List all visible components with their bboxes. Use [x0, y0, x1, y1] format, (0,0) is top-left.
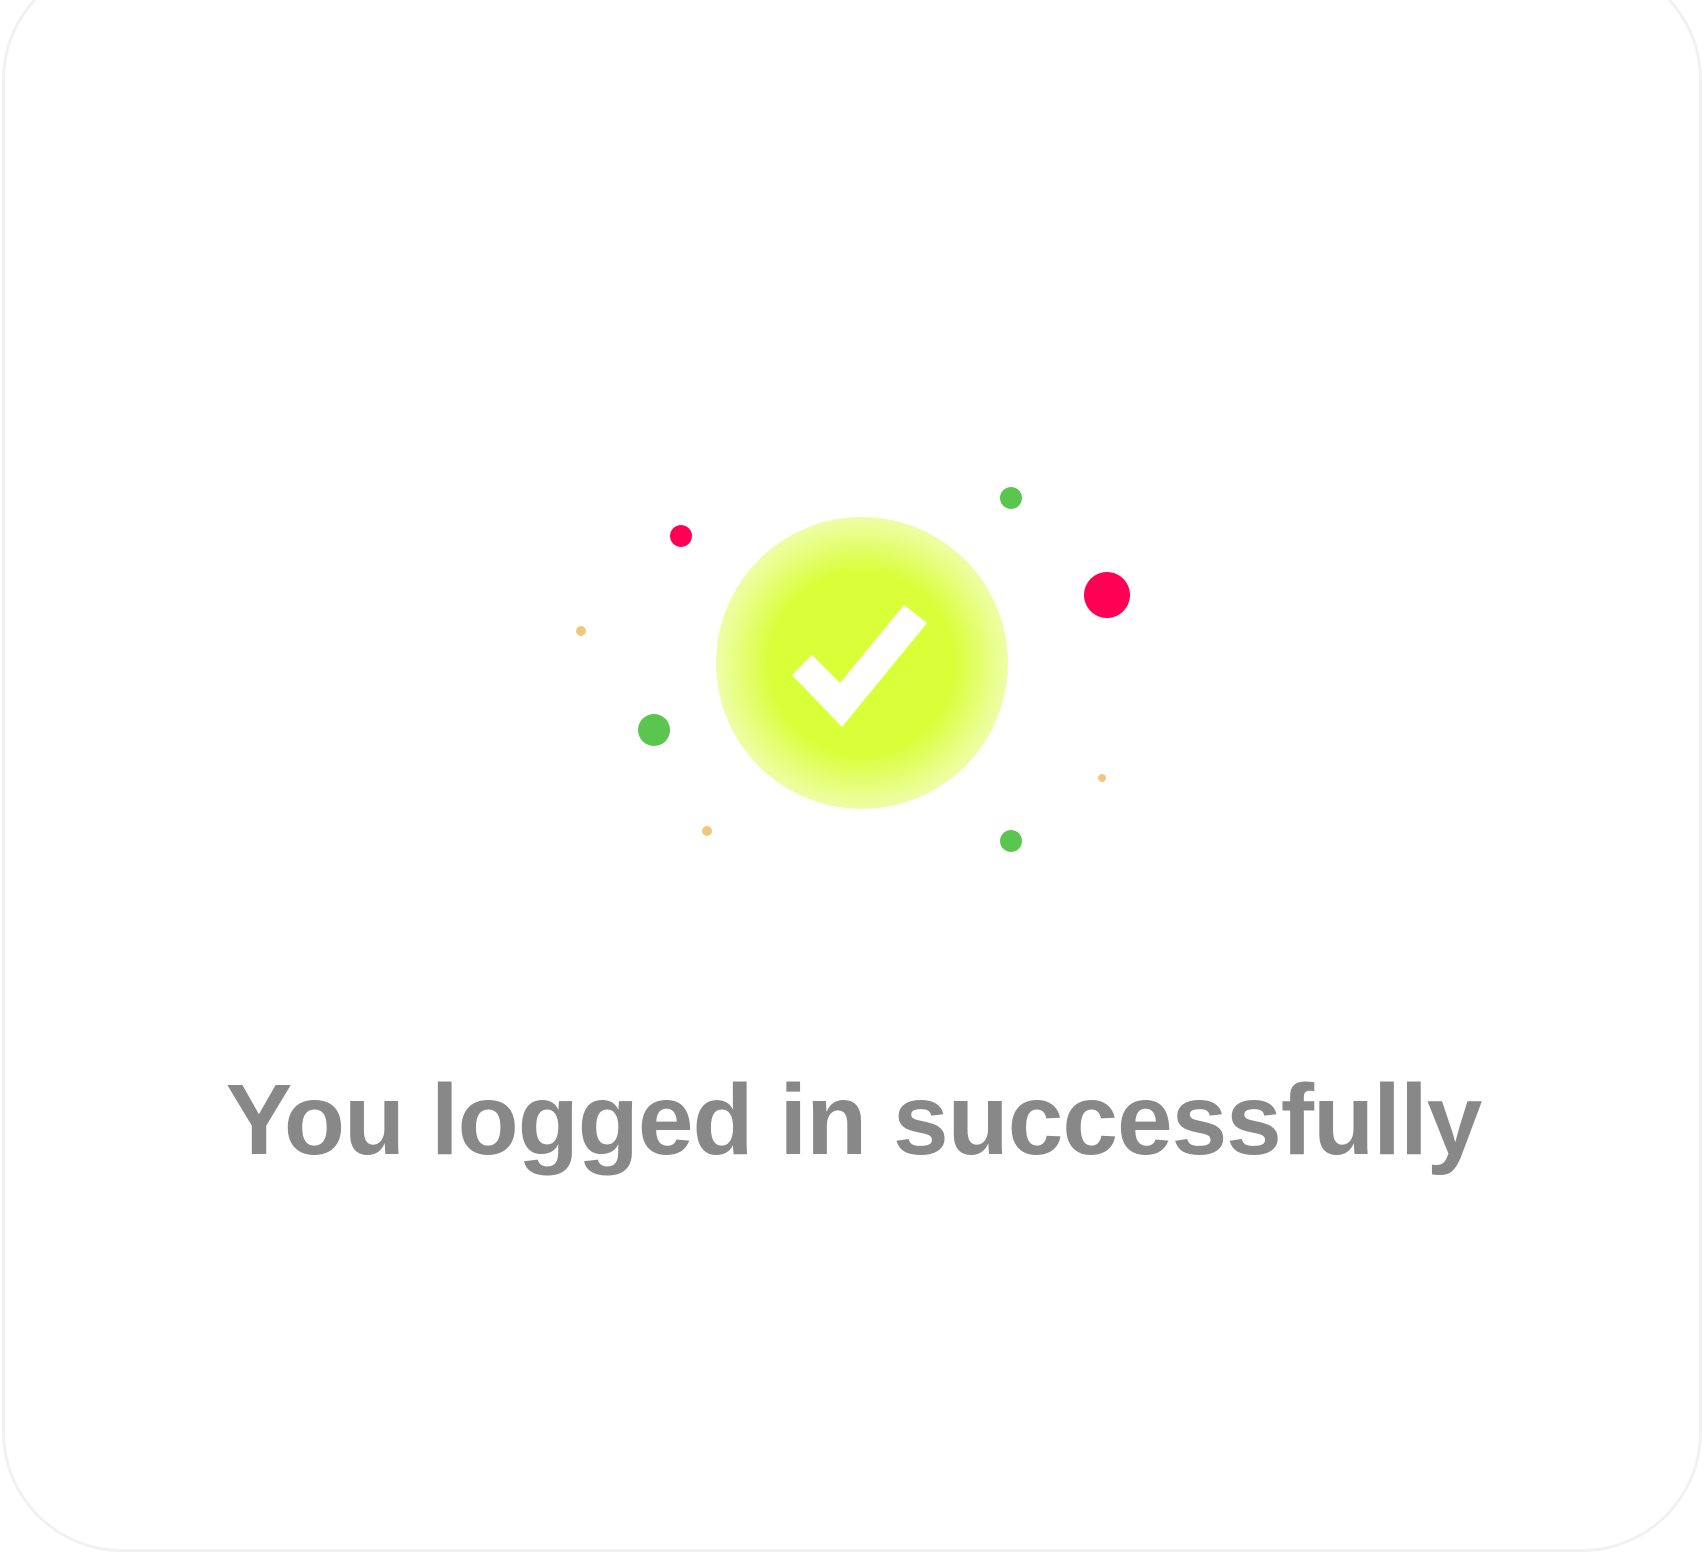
confetti-dot — [1098, 774, 1106, 782]
confetti-dot — [1000, 830, 1022, 852]
confetti-dot — [1084, 572, 1130, 618]
confetti-dot — [638, 714, 670, 746]
confetti-dot — [1000, 487, 1022, 509]
confetti-dot — [702, 826, 712, 836]
success-illustration — [576, 487, 1130, 852]
confetti-dot — [576, 626, 586, 636]
success-message: You logged in successfully — [225, 1064, 1483, 1176]
confetti-dot — [670, 525, 692, 547]
